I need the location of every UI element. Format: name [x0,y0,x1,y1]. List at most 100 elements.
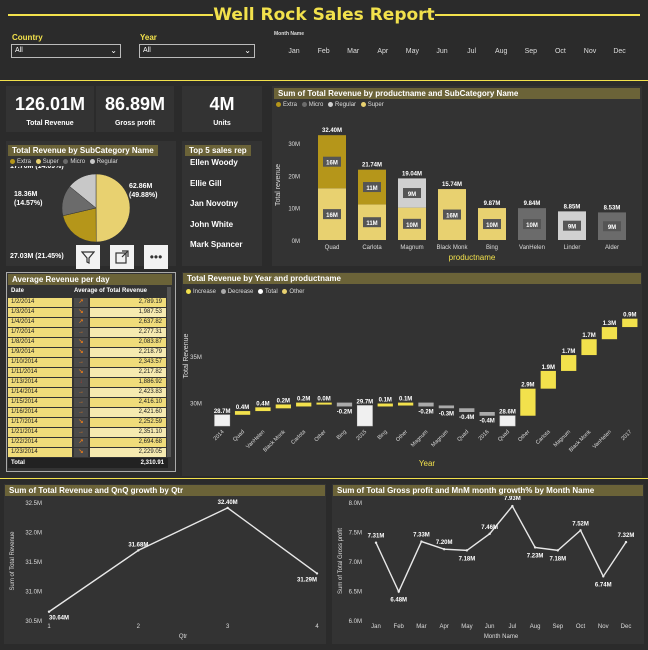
table-row[interactable]: 1/3/2014 ↘ 1,987.53 [8,308,168,317]
month-option[interactable]: Sep [517,48,545,55]
waterfall-bar [214,414,231,427]
y-tick-label: 35M [190,355,202,361]
table-row[interactable]: 1/8/2014 ↘ 2,083.87 [8,338,168,347]
trend-arrow-icon: ↘ [74,308,88,317]
bar-segment-label: 9M [608,225,616,231]
y-axis-label: Sum of Total Revenue [10,531,16,591]
table-row[interactable]: 1/9/2014 ↘ 2,218.79 [8,348,168,357]
cell-date: 1/13/2014 [8,378,72,387]
data-label: 7.31M [368,534,385,540]
data-point [511,504,514,508]
data-point [488,532,491,536]
cell-value: 1,886.92 [90,378,166,387]
focus-mode-icon[interactable] [110,245,134,269]
y-tick-label: 30M [288,142,300,148]
cell-value: 2,252.59 [90,418,166,427]
data-point [442,548,446,551]
table-row[interactable]: 1/11/2014 ↘ 2,217.82 [8,368,168,377]
rep-name: Mark Spancer [190,240,243,249]
pie-legend-item: Super [42,159,59,166]
bar-total-label: 9.87M [484,201,501,207]
x-tick-label: Jan [371,624,381,630]
waterfall-data-label: 28.7M [214,409,231,415]
x-tick-label: 4 [315,624,319,630]
cell-date: 1/10/2014 [8,358,72,367]
trend-arrow-icon: → [74,408,88,417]
filter-icon[interactable] [76,245,100,269]
table-row[interactable]: 1/15/2014 → 2,416.10 [8,398,168,407]
table-row[interactable]: 1/16/2014 → 2,421.60 [8,408,168,417]
cell-date: 1/11/2014 [8,368,72,377]
table-row[interactable]: 1/2/2014 ↗ 2,789.19 [8,298,168,307]
legend-dot [89,159,95,164]
trend-arrow-icon: → [74,328,88,337]
cell-value: 2,637.82 [90,318,166,327]
table-row[interactable]: 1/10/2014 → 2,343.57 [8,358,168,367]
x-tick-label: Other [517,429,531,443]
cell-date: 1/14/2014 [8,388,72,397]
waterfall-chart-title: Total Revenue by Year and productname [183,273,641,284]
waterfall-bar [561,355,577,371]
pie-legend: Extra Super Micro Regular [10,159,118,165]
x-tick-label: Bing [377,429,389,441]
month-option[interactable]: Feb [310,48,338,55]
month-option[interactable]: May [398,48,426,55]
month-option[interactable]: Jul [458,48,486,55]
monthly-chart-title: Sum of Total Gross profit and MnM month … [333,485,643,496]
top-reps-title: Top 5 sales rep [185,145,251,156]
year-dropdown[interactable]: All ⌄ [139,44,255,58]
x-tick-label: Quad [232,429,246,443]
table-row[interactable]: 1/7/2014 → 2,277.31 [8,328,168,337]
cell-value: 2,416.10 [90,398,166,407]
pie-data-label: 62.86M [129,183,153,190]
waterfall-data-label: 0.2M [277,398,290,404]
data-point [533,546,537,549]
cell-value: 2,277.31 [90,328,166,337]
x-tick-label: Carlota [535,429,552,446]
x-tick-label: Alder [605,245,619,251]
waterfall-data-label: -0.2M [337,409,352,415]
waterfall-data-label: 0.9M [623,313,636,319]
waterfall-bar [479,412,495,416]
legend-dot [10,159,15,164]
stacked-legend: Extra Micro Regular Super [276,102,384,108]
legend-dot [220,289,226,294]
table-row[interactable]: 1/23/2014 ↘ 2,229.05 [8,448,168,457]
month-option[interactable]: Oct [546,48,574,55]
pie-slice [95,173,131,243]
month-option[interactable]: Jun [428,48,456,55]
table-row[interactable]: 1/14/2014 → 2,423.83 [8,388,168,397]
table-row[interactable]: 1/17/2014 ↘ 2,252.59 [8,418,168,427]
trend-arrow-icon: → [74,358,88,367]
more-options-icon[interactable]: ••• [144,245,168,269]
country-dropdown[interactable]: All ⌄ [11,44,121,58]
y-tick-label: 30.5M [25,619,42,625]
y-axis-label: Sum of Total Gross profit [338,528,344,594]
table-row[interactable]: 1/21/2014 → 2,351.10 [8,428,168,437]
x-tick-label: Magnum [553,429,573,449]
data-point [556,549,560,552]
y-axis-label: Total revenue [275,164,282,206]
table-scrollbar[interactable] [167,287,171,457]
waterfall-bar [499,415,516,427]
month-option[interactable]: Mar [339,48,367,55]
month-option[interactable]: Dec [606,48,634,55]
cell-value: 2,083.87 [90,338,166,347]
waterfall-bar [601,327,618,340]
legend-dot [276,102,281,107]
table-row[interactable]: 1/13/2014 ↓ 1,886.92 [8,378,168,387]
month-option[interactable]: Aug [487,48,515,55]
y-tick-label: 8.0M [349,501,362,507]
month-option[interactable]: Jan [280,48,308,55]
waterfall-bar [356,405,373,427]
month-option[interactable]: Nov [576,48,604,55]
x-tick-label: Nov [598,624,609,630]
table-row[interactable]: 1/22/2014 ↗ 2,694.68 [8,438,168,447]
trend-arrow-icon: ↓ [74,378,88,387]
x-tick-label: Carlota [290,429,307,446]
month-option[interactable]: Apr [369,48,397,55]
trend-arrow-icon: ↗ [74,318,88,327]
table-row[interactable]: 1/4/2014 ↗ 2,637.82 [8,318,168,327]
waterfall-bar [336,402,353,407]
bar-total-label: 21.74M [362,163,382,169]
